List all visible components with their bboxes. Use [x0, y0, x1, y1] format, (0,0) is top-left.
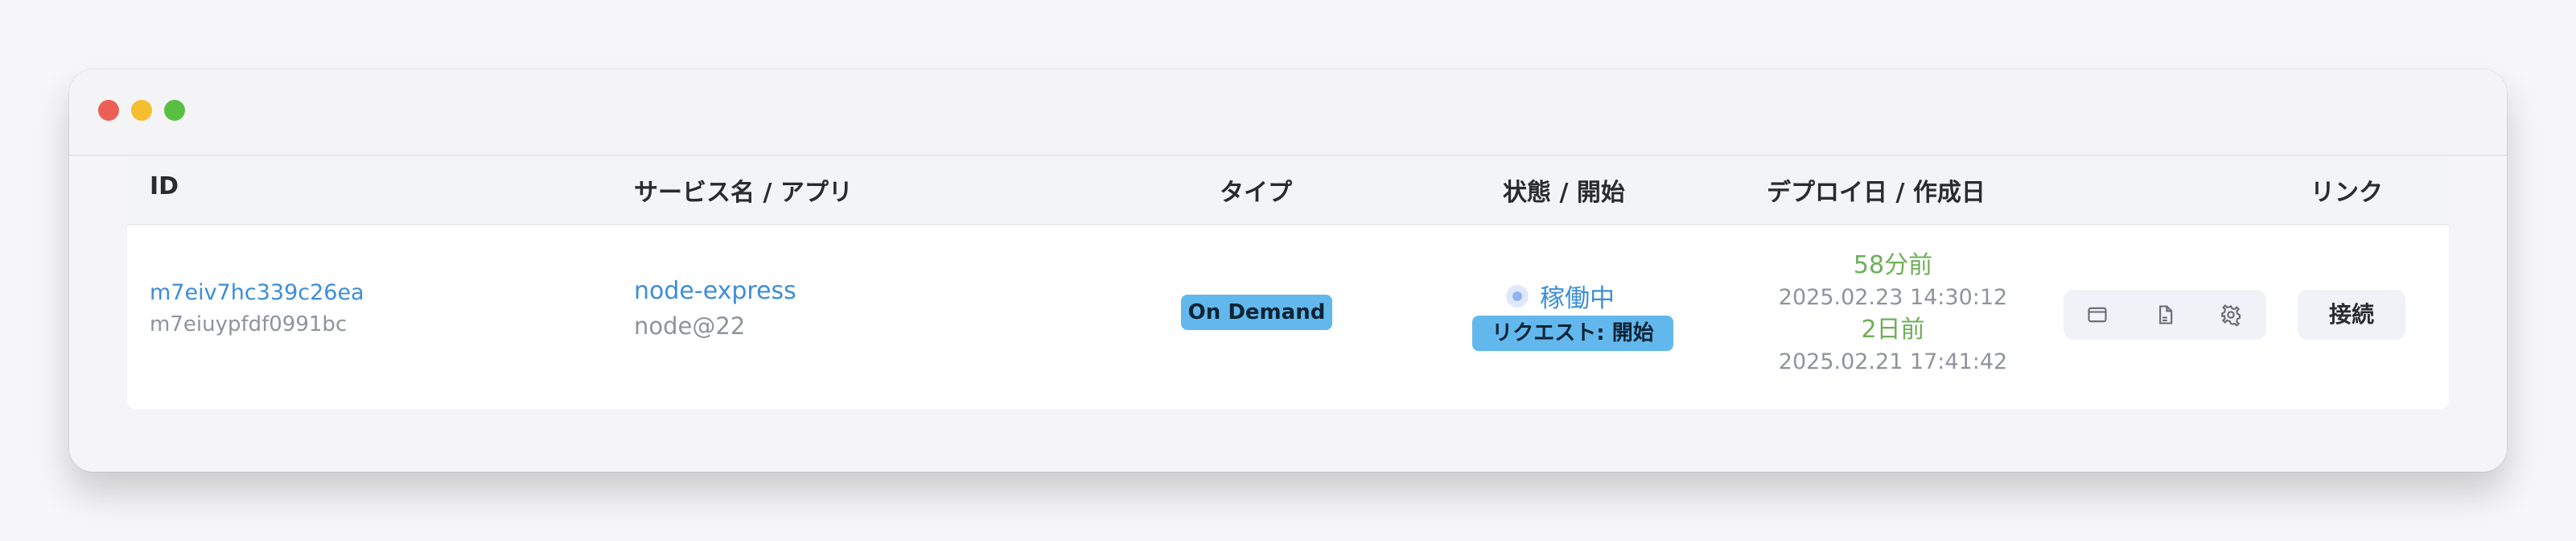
- dates-cell: 58分前 2025.02.23 14:30:12 2日前 2025.02.21 …: [1776, 250, 2010, 403]
- close-window-button[interactable]: [98, 100, 119, 121]
- document-icon[interactable]: [2149, 299, 2181, 331]
- deploy-relative-time: 58分前: [1853, 251, 1933, 279]
- table-row: m7eiv7hc339c26ea m7eiuypfdf0991bc node-e…: [127, 225, 2449, 409]
- service-name-link[interactable]: node-express: [634, 277, 796, 305]
- type-badge: On Demand: [1181, 295, 1332, 330]
- header-dates: デプロイ日 / 作成日: [1767, 179, 1985, 207]
- header-type: タイプ: [1220, 179, 1292, 207]
- status-dot-icon: [1506, 285, 1529, 308]
- row-actions: [2064, 290, 2266, 340]
- status-text: 稼働中: [1540, 284, 1615, 313]
- header-link: リンク: [2311, 179, 2383, 207]
- created-relative-time: 2日前: [1861, 316, 1925, 344]
- window-icon[interactable]: [2081, 299, 2113, 331]
- maximize-window-button[interactable]: [164, 100, 185, 121]
- start-mode-badge: リクエスト: 開始: [1472, 316, 1673, 351]
- header-service: サービス名 / アプリ: [634, 179, 853, 207]
- service-id-link[interactable]: m7eiv7hc339c26ea: [150, 280, 364, 305]
- gear-icon[interactable]: [2215, 299, 2247, 331]
- connect-button[interactable]: 接続: [2298, 290, 2405, 340]
- header-status: 状態 / 開始: [1503, 179, 1625, 207]
- window-titlebar: [69, 69, 2507, 156]
- minimize-window-button[interactable]: [131, 100, 152, 121]
- status-cell: 稼働中 リクエスト: 開始: [1471, 277, 1680, 365]
- status-dot-core: [1512, 291, 1522, 301]
- app-id-text: m7eiuypfdf0991bc: [150, 312, 348, 337]
- created-date: 2025.02.21 17:41:42: [1778, 349, 2008, 374]
- services-table: ID サービス名 / アプリ タイプ 状態 / 開始 デプロイ日 / 作成日 リ…: [127, 156, 2449, 409]
- deploy-date: 2025.02.23 14:30:12: [1778, 285, 2008, 310]
- service-runtime: node@22: [634, 312, 746, 340]
- header-id: ID: [150, 172, 179, 200]
- app-window: ID サービス名 / アプリ タイプ 状態 / 開始 デプロイ日 / 作成日 リ…: [69, 69, 2507, 472]
- table-header: ID サービス名 / アプリ タイプ 状態 / 開始 デプロイ日 / 作成日 リ…: [127, 156, 2449, 225]
